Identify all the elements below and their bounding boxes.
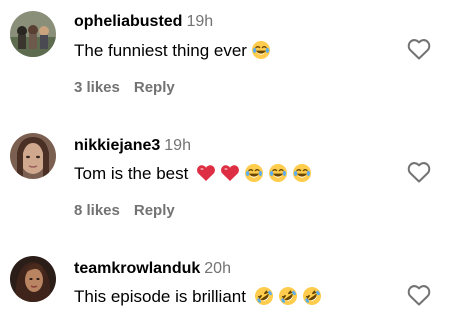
like-button[interactable] bbox=[404, 36, 434, 66]
tears-of-joy-emoji bbox=[251, 40, 271, 60]
timestamp: 20h bbox=[204, 260, 231, 277]
comment-meta: 3 likes Reply bbox=[74, 78, 175, 98]
comment-header: nikkiejane3 19h bbox=[74, 136, 191, 156]
like-button[interactable] bbox=[404, 282, 434, 312]
likes-count[interactable]: 8 likes bbox=[74, 202, 120, 219]
comment-body: Tom is the best bbox=[74, 164, 189, 183]
rolling-on-floor-laughing-emoji bbox=[278, 286, 298, 306]
tears-of-joy-emoji bbox=[268, 163, 288, 183]
red-heart-emoji bbox=[196, 163, 216, 183]
red-heart-emoji bbox=[220, 163, 240, 183]
comment-header: teamkrowlanduk 20h bbox=[74, 259, 231, 279]
comment-item: opheliabusted 19h The funniest thing ever… bbox=[0, 0, 457, 110]
tears-of-joy-emoji bbox=[244, 163, 264, 183]
comment-item: nikkiejane3 19h Tom is the best 8 likes Re… bbox=[0, 122, 457, 232]
likes-count[interactable]: 3 likes bbox=[74, 79, 120, 96]
username-link[interactable]: opheliabusted bbox=[74, 13, 182, 30]
heart-outline-icon bbox=[407, 38, 431, 65]
like-button[interactable] bbox=[404, 159, 434, 189]
heart-outline-icon bbox=[407, 161, 431, 188]
comment-header: opheliabusted 19h bbox=[74, 12, 213, 32]
rolling-on-floor-laughing-emoji bbox=[302, 286, 322, 306]
avatar[interactable] bbox=[10, 11, 56, 57]
comment-text: Tom is the best bbox=[74, 163, 312, 185]
comment-body: This episode is brilliant bbox=[74, 287, 246, 306]
username-link[interactable]: teamkrowlanduk bbox=[74, 260, 200, 277]
timestamp: 19h bbox=[186, 13, 214, 30]
tears-of-joy-emoji bbox=[292, 163, 312, 183]
heart-outline-icon bbox=[407, 284, 431, 311]
avatar[interactable] bbox=[10, 256, 56, 302]
rolling-on-floor-laughing-emoji bbox=[254, 286, 274, 306]
comment-meta: 8 likes Reply bbox=[74, 201, 175, 221]
comment-item: teamkrowlanduk 20h This episode is brilli… bbox=[0, 245, 457, 306]
reply-button[interactable]: Reply bbox=[134, 79, 175, 96]
reply-button[interactable]: Reply bbox=[134, 202, 175, 219]
timestamp: 19h bbox=[164, 137, 191, 154]
avatar[interactable] bbox=[10, 133, 56, 179]
comment-body: The funniest thing ever bbox=[74, 41, 247, 60]
comment-text: The funniest thing ever bbox=[74, 40, 271, 62]
username-link[interactable]: nikkiejane3 bbox=[74, 137, 160, 154]
